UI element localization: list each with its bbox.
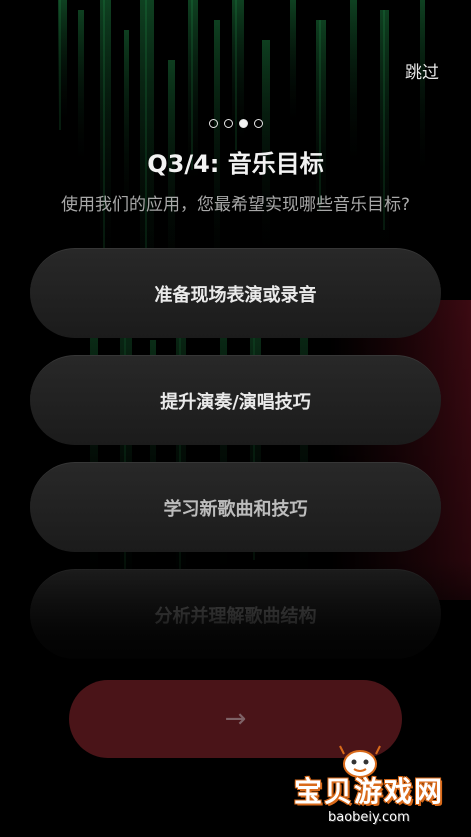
skip-button[interactable]: 跳过	[405, 58, 439, 83]
progress-dot-1	[208, 119, 218, 128]
option-label: 分析并理解歌曲结构	[154, 605, 317, 627]
progress-dot-4	[253, 119, 263, 128]
option-live-performance[interactable]: 准备现场表演或录音	[30, 248, 441, 338]
progress-dots	[0, 119, 471, 128]
question-subtitle: 使用我们的应用，您最希望实现哪些音乐目标?	[60, 195, 411, 215]
option-learn-songs[interactable]: 学习新歌曲和技巧	[30, 462, 441, 552]
onboarding-screen: 跳过 Q3/4: 音乐目标 使用我们的应用，您最希望实现哪些音乐目标? 准备现场…	[0, 0, 471, 837]
option-improve-skills[interactable]: 提升演奏/演唱技巧	[30, 355, 441, 445]
option-label: 提升演奏/演唱技巧	[160, 391, 311, 413]
watermark-url: baobeiy.com	[328, 810, 410, 825]
watermark-brand: 宝贝游戏网	[294, 775, 445, 808]
progress-dot-3-current	[238, 119, 248, 128]
site-watermark: 宝贝游戏网 baobeiy.com	[288, 744, 458, 834]
option-label: 学习新歌曲和技巧	[163, 498, 308, 520]
option-analyze-structure[interactable]: 分析并理解歌曲结构	[30, 569, 441, 659]
progress-dot-2	[223, 119, 233, 128]
arrow-right-icon: →	[224, 704, 247, 734]
question-title: Q3/4: 音乐目标	[147, 150, 324, 178]
option-label: 准备现场表演或录音	[154, 284, 317, 306]
